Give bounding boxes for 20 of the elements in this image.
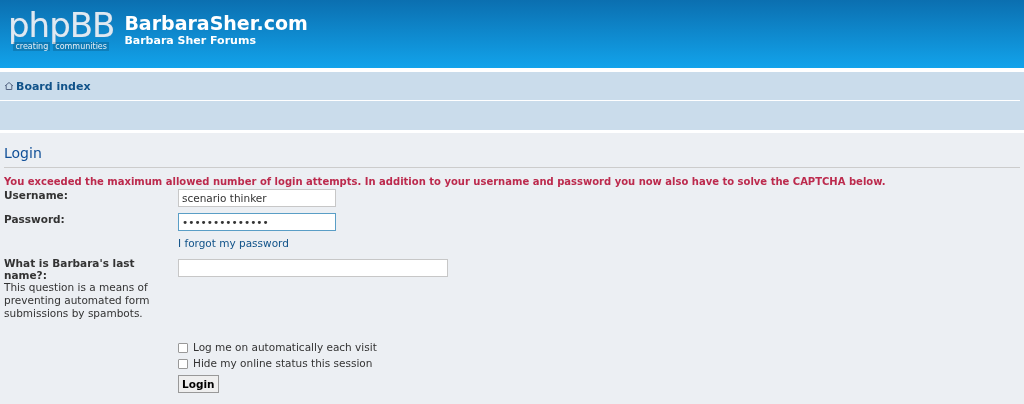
checkbox[interactable] — [178, 359, 188, 369]
checkbox-label: Hide my online status this session — [193, 356, 373, 369]
board-index-link[interactable]: Board index — [16, 79, 91, 93]
site-description: Barbara Sher Forums — [124, 34, 257, 47]
field-label: Password: — [4, 213, 66, 227]
password-field[interactable]: •••••••••••••• — [178, 213, 336, 231]
checkbox[interactable] — [178, 343, 188, 353]
forgot-password-link[interactable]: I forgot my password — [178, 237, 289, 249]
home-icon — [4, 81, 14, 91]
site-title: BarbaraSher.com — [124, 12, 308, 34]
question-label: What is Barbara's last name?: — [4, 257, 136, 281]
logo[interactable]: phpBB creating communities — [8, 8, 115, 51]
username-field[interactable]: scenario thinker — [178, 189, 336, 207]
page-title: Login — [4, 145, 1020, 168]
error-message: You exceeded the maximum allowed number of login attempts. In addition to your username and password you now also have to solve the CAPTCHA below. — [4, 176, 887, 187]
field-label: Username: — [4, 189, 69, 203]
login-button[interactable]: Login — [178, 375, 219, 393]
question-explanation: This question is a means of preventing automated form submissions by spambots. — [4, 281, 151, 320]
checkbox-label: Log me on automatically each visit — [193, 340, 377, 353]
answer-field[interactable] — [178, 259, 448, 277]
